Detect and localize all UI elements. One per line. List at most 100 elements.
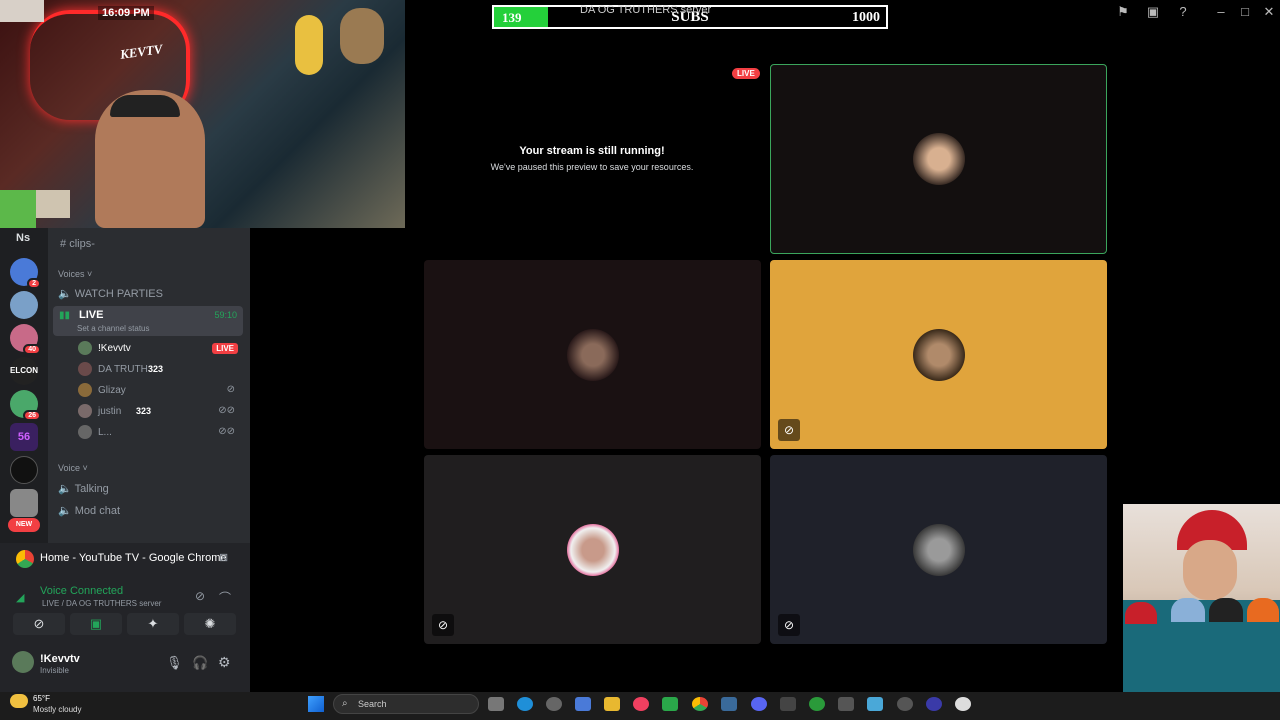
server-abbrev[interactable]: Ns: [16, 232, 30, 244]
video-tile[interactable]: [770, 64, 1107, 254]
voice-location[interactable]: LIVE / DA OG TRUTHERS server: [42, 599, 161, 608]
channel-talking[interactable]: 🔈 Talking: [58, 482, 260, 495]
task-view-icon[interactable]: [488, 697, 504, 711]
server-icon-1[interactable]: 2: [10, 258, 41, 289]
section-voice[interactable]: Voice ˅: [58, 463, 260, 473]
weather-icon[interactable]: [10, 694, 28, 708]
search-placeholder: Search: [358, 699, 387, 709]
video-tile[interactable]: ⊘: [770, 455, 1107, 644]
settings-icon[interactable]: [546, 697, 562, 711]
channel-status-hint[interactable]: Set a channel status: [77, 324, 150, 333]
member-row[interactable]: Glizay ⊘: [78, 383, 243, 399]
flag-icon[interactable]: ⚑: [1114, 4, 1132, 20]
channel-live[interactable]: ▮▮ LIVE 59:10 Set a channel status: [53, 306, 243, 336]
taskbar-search[interactable]: ⌕ Search: [333, 694, 479, 714]
app-icon[interactable]: [838, 697, 854, 711]
weather-temp[interactable]: 65°F: [33, 694, 50, 703]
helmet-red: [1125, 602, 1157, 624]
close-activity-icon[interactable]: ⊠: [219, 551, 228, 564]
server-icon-2[interactable]: [10, 291, 38, 319]
user-status: Invisible: [40, 666, 69, 675]
member-row[interactable]: justin 323 ⊘⊘: [78, 404, 243, 420]
minimize-icon[interactable]: –: [1212, 4, 1230, 20]
search-icon: ⌕: [342, 698, 348, 709]
unreal-icon[interactable]: [955, 697, 971, 711]
paused-subtitle: We've paused this preview to save your r…: [490, 162, 694, 172]
member-count: 323: [136, 406, 152, 416]
channel-clips[interactable]: # clips-: [60, 238, 262, 250]
live-tag: LIVE: [212, 343, 238, 354]
file-explorer-icon[interactable]: [604, 697, 620, 711]
windows-start-icon[interactable]: [308, 696, 324, 712]
avatar: [78, 404, 92, 418]
settings-gear-icon[interactable]: ⚙: [218, 654, 231, 671]
close-icon[interactable]: ✕: [1260, 4, 1278, 20]
media-player-icon[interactable]: [926, 697, 942, 711]
avatar[interactable]: [12, 651, 34, 673]
steam-icon[interactable]: [721, 697, 737, 711]
avatar: [78, 362, 92, 376]
subs-goal: 1000: [852, 10, 880, 25]
thumbnail-photo: [36, 190, 70, 218]
channel-sidebar: # clips- Voices ˅ 🔈 WATCH PARTIES ▮▮ LIV…: [48, 228, 250, 543]
server-label-text: DA OG TRUTHERS server: [580, 4, 712, 16]
section-voices[interactable]: Voices ˅: [58, 269, 260, 279]
xbox-icon[interactable]: [809, 697, 825, 711]
server-name-label: DA OG TRUTHERS server: [580, 4, 711, 16]
server-icon-4[interactable]: ELCON: [10, 357, 38, 385]
discord-icon[interactable]: [751, 697, 767, 711]
video-tile-speaking[interactable]: ⊘: [770, 260, 1107, 449]
server-icon-6[interactable]: 56: [10, 423, 38, 451]
share-screen-button[interactable]: ▣: [70, 613, 122, 635]
video-tile[interactable]: ⊘: [424, 455, 761, 644]
channel-watch-parties[interactable]: 🔈 WATCH PARTIES: [58, 287, 260, 300]
chrome-taskbar-icon[interactable]: [692, 697, 708, 711]
server-icon-5[interactable]: 26: [10, 390, 41, 421]
server-icon-7[interactable]: [10, 456, 38, 484]
member-name: Glizay: [98, 385, 126, 396]
app-g-icon[interactable]: [780, 697, 796, 711]
headphones-icon[interactable]: 🎧: [192, 655, 208, 671]
screen-share-icon: ▣: [89, 616, 103, 631]
channel-mod-chat[interactable]: 🔈 Mod chat: [58, 504, 260, 517]
member-row[interactable]: !Kevvtv LIVE: [78, 341, 243, 357]
helmet-blue: [1171, 598, 1205, 622]
member-row[interactable]: L... ⊘⊘: [78, 425, 243, 441]
camera-toggle-button[interactable]: ⊘: [13, 613, 65, 635]
avatar: [566, 523, 619, 576]
stage-live-badge: LIVE: [732, 68, 760, 79]
talking-label: Talking: [74, 483, 109, 495]
section-voice-label: Voice: [58, 463, 81, 473]
owl-figure: [340, 8, 384, 64]
mute-icon: ⊘: [432, 614, 454, 636]
music-icon[interactable]: [633, 697, 649, 711]
maximize-icon[interactable]: □: [1236, 4, 1254, 20]
inbox-icon[interactable]: ▣: [1144, 4, 1162, 20]
obs-icon[interactable]: [897, 697, 913, 711]
member-name: !Kevvtv: [98, 343, 131, 354]
server-icon-3[interactable]: 40: [10, 324, 41, 355]
member-row[interactable]: DA TRUTH 323: [78, 362, 243, 378]
voice-status[interactable]: Voice Connected: [40, 585, 123, 597]
spreadsheet-icon[interactable]: [662, 697, 678, 711]
soundboard-icon: ✺: [204, 616, 216, 631]
mute-icon: ⊘⊘: [218, 426, 235, 437]
weather-condition[interactable]: Mostly cloudy: [33, 705, 81, 714]
soundboard-button[interactable]: ✺: [184, 613, 236, 635]
server-icon-8[interactable]: [10, 489, 38, 517]
watch-parties-label: WATCH PARTIES: [74, 288, 163, 300]
edge-icon[interactable]: [517, 697, 533, 711]
new-badge[interactable]: NEW: [8, 518, 40, 532]
mute-icon: ⊘: [778, 614, 800, 636]
help-icon[interactable]: ?: [1174, 4, 1192, 20]
speaker-icon: 🔈: [58, 505, 75, 517]
photos-icon[interactable]: [867, 697, 883, 711]
noise-suppression-icon[interactable]: ⊘: [195, 589, 205, 603]
microphone-icon[interactable]: 🎙: [166, 655, 183, 671]
video-tile[interactable]: [424, 260, 761, 449]
disconnect-icon[interactable]: ⌒: [219, 589, 231, 606]
avatar: [566, 328, 619, 381]
activities-button[interactable]: ✦: [127, 613, 179, 635]
chrome-icon: [16, 550, 34, 568]
copilot-icon[interactable]: [575, 697, 591, 711]
